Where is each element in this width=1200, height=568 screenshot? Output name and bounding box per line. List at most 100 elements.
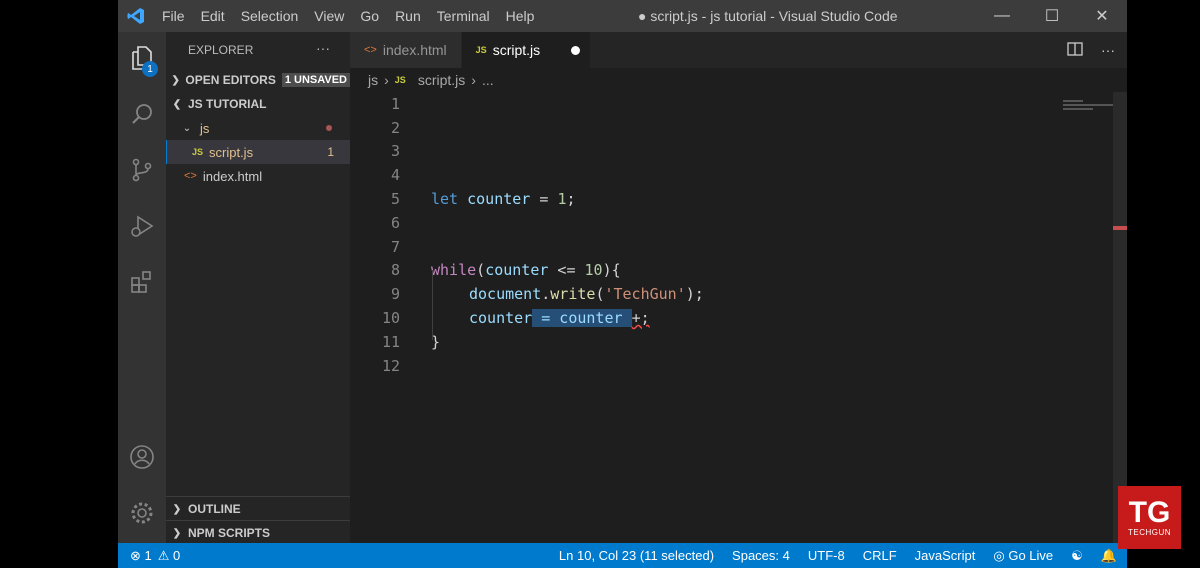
menu-run[interactable]: Run	[387, 0, 429, 32]
code-text: document.write('TechGun');	[469, 285, 704, 304]
line-number: 6	[390, 213, 400, 232]
explorer-title: EXPLORER	[188, 43, 254, 57]
editor-actions: ···	[1067, 32, 1115, 68]
line-number: 1	[390, 94, 400, 113]
menu-terminal[interactable]: Terminal	[429, 0, 498, 32]
editor-area: <> index.html JS script.js ··· js › JS s…	[350, 32, 1127, 543]
text-selection: = counter	[532, 309, 632, 328]
account-icon[interactable]	[118, 433, 166, 481]
vscode-logo-icon	[118, 0, 154, 32]
extensions-icon[interactable]	[118, 258, 166, 306]
outline-label: OUTLINE	[188, 502, 241, 516]
encoding[interactable]: UTF-8	[808, 548, 845, 563]
vscode-window: File Edit Selection View Go Run Terminal…	[118, 0, 1127, 568]
search-icon[interactable]	[118, 90, 166, 138]
tree-item-script-js[interactable]: JS script.js 1	[166, 140, 350, 164]
maximize-icon[interactable]: ☐	[1027, 0, 1077, 32]
js-folder-label: js	[200, 120, 210, 136]
breadcrumb: js › JS script.js › ...	[350, 68, 1127, 92]
breadcrumb-more[interactable]: ...	[482, 72, 494, 88]
broadcast-icon: ◎	[993, 547, 1005, 563]
menu-file[interactable]: File	[154, 0, 193, 32]
run-debug-icon[interactable]	[118, 202, 166, 250]
js-file-icon: JS	[475, 45, 487, 55]
code-line: 7	[350, 235, 1127, 259]
code-line: 4	[350, 163, 1127, 187]
html-file-icon: <>	[364, 44, 377, 56]
npm-scripts-label: NPM SCRIPTS	[188, 526, 271, 540]
go-live-button[interactable]: ◎ Go Live	[993, 548, 1053, 564]
indentation[interactable]: Spaces: 4	[732, 548, 790, 563]
watermark-small: TECHGUN	[1127, 528, 1172, 537]
problem-count: 1	[327, 145, 334, 159]
workspace-folder[interactable]: ❮ JS TUTORIAL	[166, 92, 350, 116]
tab-label: index.html	[382, 42, 447, 58]
code-line: 8 while(counter <= 10){	[350, 259, 1127, 283]
cursor-position[interactable]: Ln 10, Col 23 (11 selected)	[559, 548, 714, 563]
warnings-status[interactable]: ⚠ 0	[158, 548, 181, 564]
notifications-bell-icon[interactable]: 🔔	[1101, 548, 1117, 564]
modified-dot	[326, 125, 332, 131]
line-number: 2	[390, 118, 400, 137]
menu-selection[interactable]: Selection	[233, 0, 307, 32]
breadcrumb-folder[interactable]: js	[368, 72, 378, 88]
indent-guide	[432, 270, 433, 340]
techgun-watermark-logo: TG TECHGUN	[1118, 486, 1181, 549]
script-file-label: script.js	[209, 144, 254, 160]
minimap[interactable]	[1063, 100, 1113, 110]
tab-label: script.js	[492, 42, 541, 58]
vertical-scrollbar[interactable]	[1113, 92, 1127, 543]
unsaved-dot-icon[interactable]	[570, 46, 580, 55]
menu-go[interactable]: Go	[352, 0, 387, 32]
code-line: 9 document.write('TechGun');	[350, 282, 1127, 306]
code-text: while(counter <= 10){	[431, 261, 621, 280]
menu-bar: File Edit Selection View Go Run Terminal…	[154, 0, 542, 32]
more-actions-icon[interactable]: ···	[1101, 42, 1115, 58]
tab-bar: <> index.html JS script.js ···	[350, 32, 1127, 68]
errors-status[interactable]: ⊗ 1	[130, 548, 152, 564]
chevron-down-icon: ⌄	[182, 122, 192, 134]
outline-section[interactable]: ❯ OUTLINE	[166, 496, 350, 521]
code-text: let counter = 1;	[431, 190, 576, 209]
source-control-icon[interactable]	[118, 146, 166, 194]
settings-gear-icon[interactable]	[118, 489, 166, 537]
open-editors-label: OPEN EDITORS	[185, 73, 276, 87]
line-number: 3	[390, 142, 400, 161]
close-icon[interactable]: ✕	[1077, 0, 1127, 32]
chevron-right-icon: ›	[471, 72, 476, 88]
open-editors-section[interactable]: ❯ OPEN EDITORS 1 UNSAVED	[166, 68, 350, 92]
title-bar: File Edit Selection View Go Run Terminal…	[118, 0, 1127, 32]
minimize-icon[interactable]: —	[977, 0, 1027, 32]
menu-help[interactable]: Help	[498, 0, 543, 32]
tree-item-js-folder[interactable]: ⌄ js	[166, 116, 350, 140]
breadcrumb-file[interactable]: script.js	[418, 72, 465, 88]
line-number: 4	[390, 166, 400, 185]
explorer-badge: 1	[142, 61, 158, 77]
tab-script-js[interactable]: JS script.js	[461, 32, 591, 68]
line-number: 9	[390, 285, 400, 304]
workspace-folder-label: JS TUTORIAL	[188, 97, 267, 111]
npm-scripts-section[interactable]: ❯ NPM SCRIPTS	[166, 520, 350, 545]
js-file-icon: JS	[192, 147, 204, 157]
explorer-icon[interactable]: 1	[118, 34, 166, 82]
scrollbar-marker	[1113, 226, 1127, 230]
chevron-right-icon: ❯	[171, 74, 180, 86]
menu-edit[interactable]: Edit	[193, 0, 233, 32]
window-title: ● script.js - js tutorial - Visual Studi…	[638, 8, 898, 24]
code-editor[interactable]: 1 2 3 4 5 let counter = 1; 6 7 8 while(c…	[350, 92, 1127, 378]
code-text: counter = counter +;	[469, 309, 650, 328]
line-number: 11	[381, 332, 400, 351]
line-number: 12	[381, 356, 400, 375]
line-number: 5	[390, 190, 400, 209]
tab-index-html[interactable]: <> index.html	[350, 32, 462, 68]
menu-view[interactable]: View	[306, 0, 352, 32]
code-line: 1	[350, 92, 1127, 116]
code-line: 2	[350, 116, 1127, 140]
language-mode[interactable]: JavaScript	[915, 548, 976, 563]
end-of-line[interactable]: CRLF	[863, 548, 897, 563]
line-number: 8	[390, 261, 400, 280]
more-actions-icon[interactable]: ···	[316, 40, 330, 56]
tree-item-index-html[interactable]: <> index.html	[166, 164, 350, 188]
split-editor-icon[interactable]	[1067, 41, 1083, 59]
feedback-icon[interactable]: ☯	[1071, 548, 1083, 564]
